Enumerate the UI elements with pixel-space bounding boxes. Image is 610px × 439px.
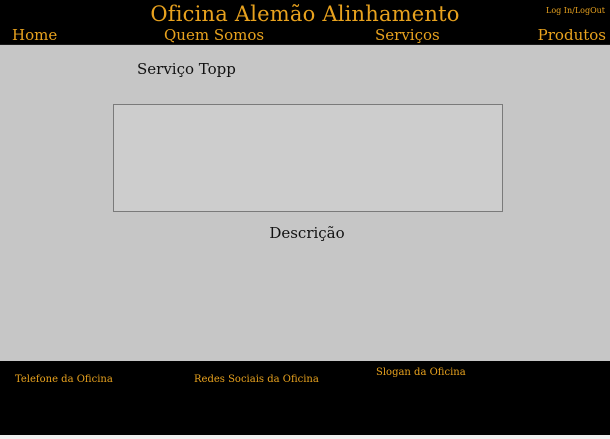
footer: Telefone da Oficina Redes Sociais da Ofi… <box>0 361 610 435</box>
nav-home-link[interactable]: Home <box>12 26 57 44</box>
service-image-placeholder <box>113 104 503 212</box>
header-bar: Oficina Alemão Alinhamento Log In/LogOut… <box>0 0 610 45</box>
page: Oficina Alemão Alinhamento Log In/LogOut… <box>0 0 610 439</box>
login-logout-link[interactable]: Log In/LogOut <box>546 6 605 16</box>
nav-products-link[interactable]: Produtos <box>538 26 606 44</box>
nav-about-link[interactable]: Quem Somos <box>164 26 264 44</box>
bottom-strip <box>0 435 610 439</box>
site-title: Oficina Alemão Alinhamento <box>150 2 460 26</box>
service-name: Serviço Topp <box>137 60 236 78</box>
service-description: Descrição <box>269 224 345 242</box>
footer-slogan: Slogan da Oficina <box>376 367 466 378</box>
footer-phone: Telefone da Oficina <box>15 374 113 385</box>
nav-services-link[interactable]: Serviços <box>375 26 440 44</box>
footer-social-links[interactable]: Redes Sociais da Oficina <box>194 374 319 386</box>
